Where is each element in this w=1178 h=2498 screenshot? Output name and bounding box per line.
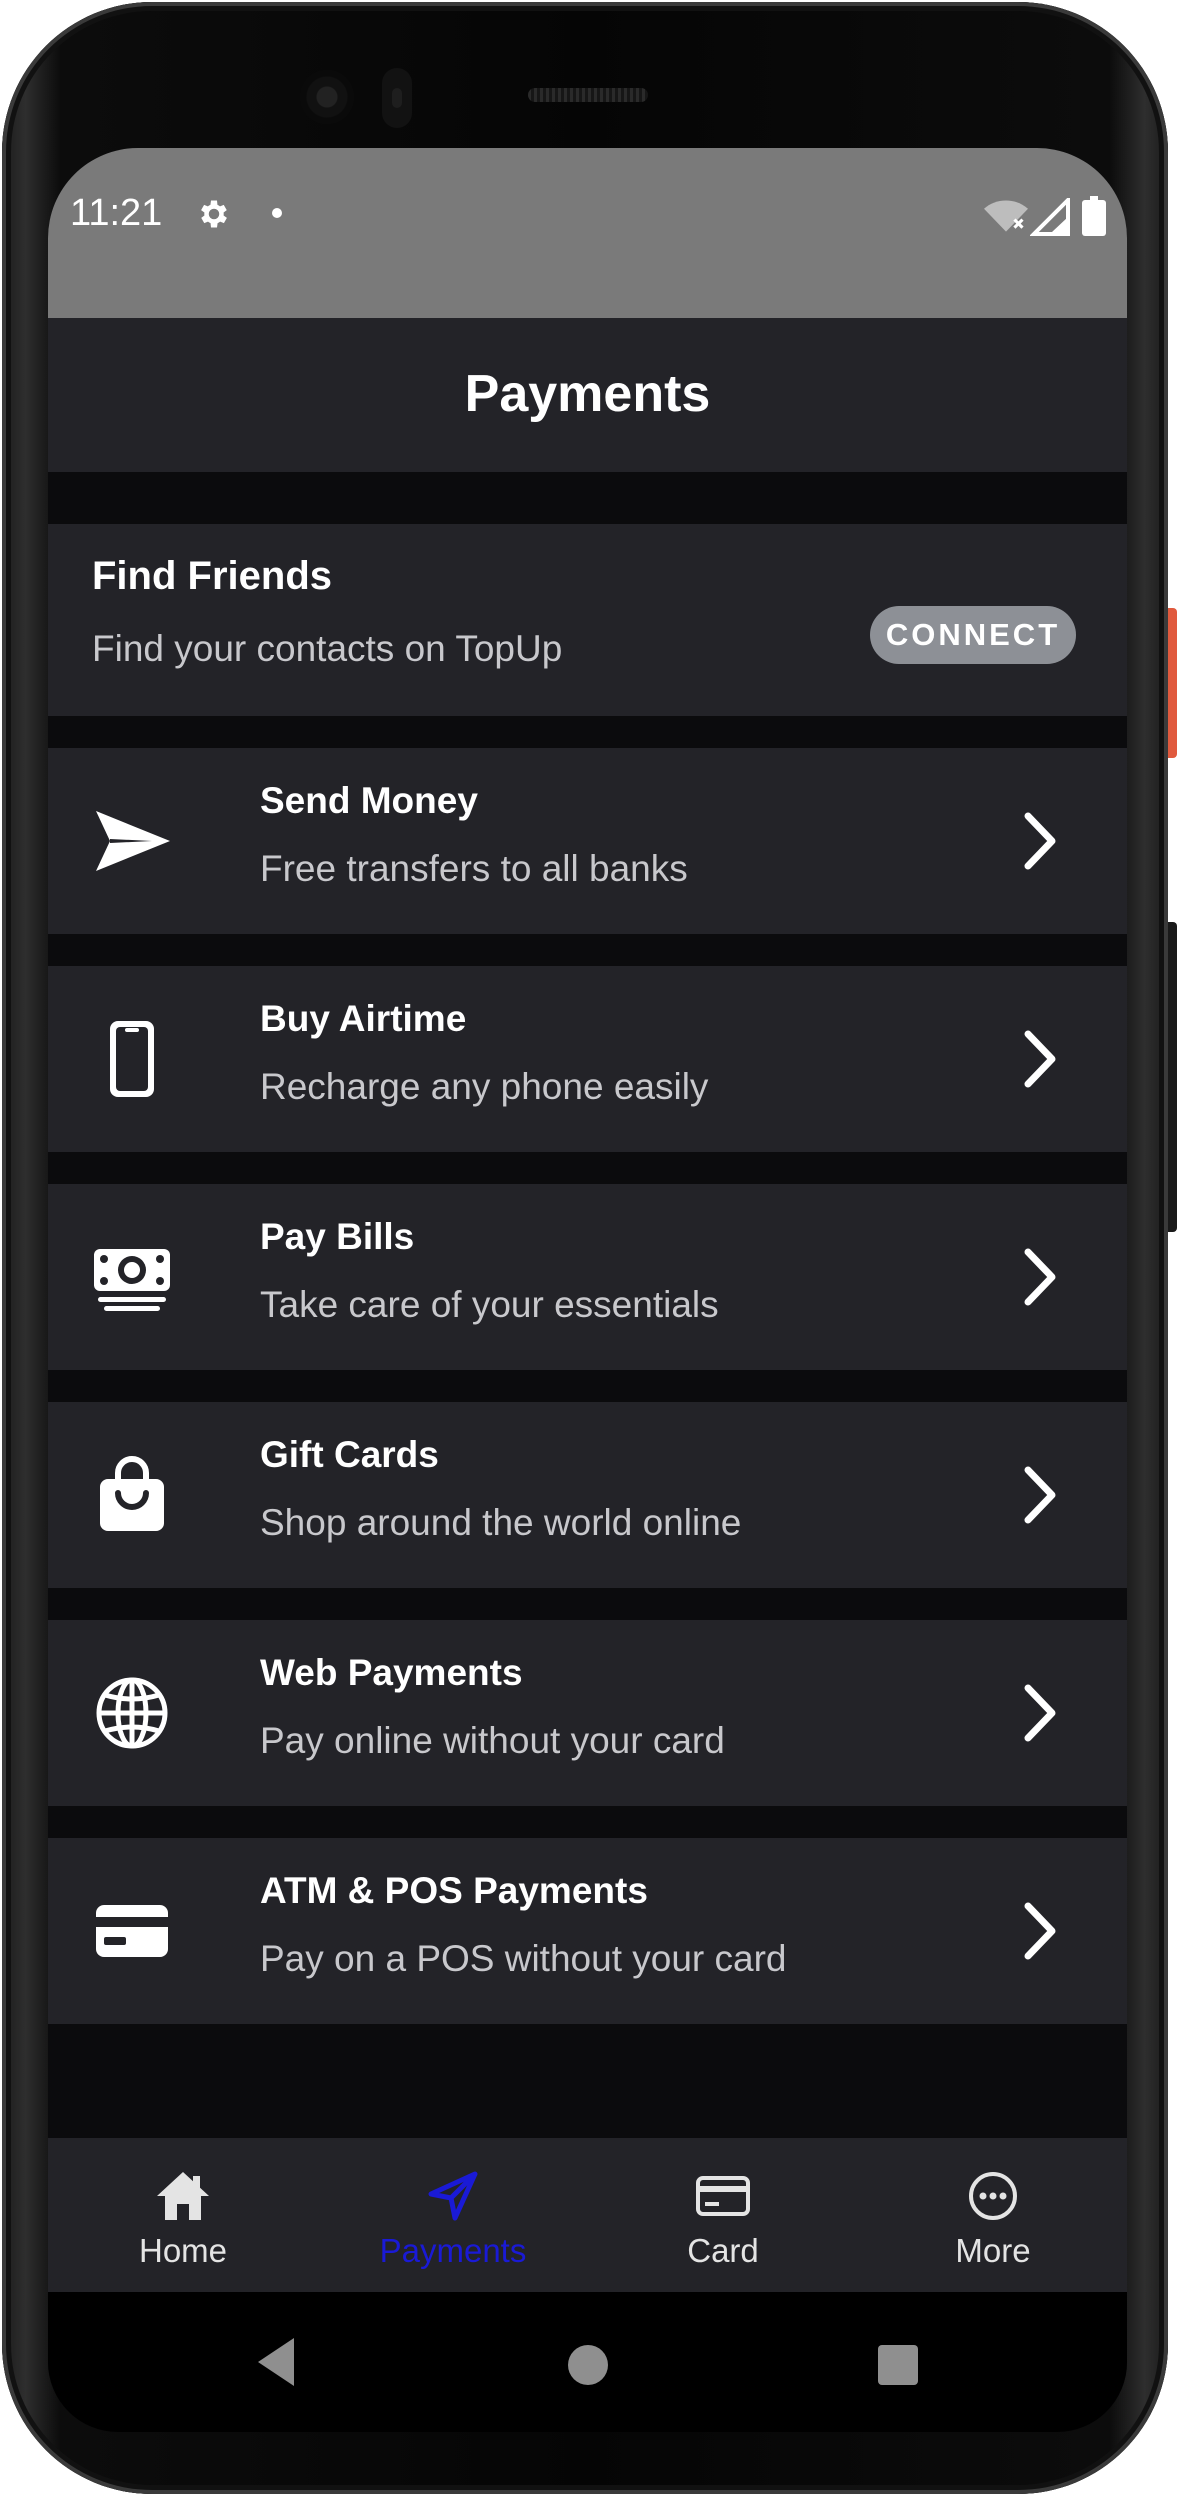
screen: 11:21 Payments Find Friends Find your co… bbox=[48, 148, 1127, 2432]
send-outline-icon bbox=[425, 2168, 481, 2229]
service-row-buy-airtime[interactable]: Buy Airtime Recharge any phone easily bbox=[48, 966, 1127, 1152]
chevron-right-icon bbox=[1018, 1680, 1062, 1751]
phone-frame: 11:21 Payments Find Friends Find your co… bbox=[2, 2, 1177, 2494]
service-title: Gift Cards bbox=[260, 1434, 439, 1475]
nav-label: Home bbox=[138, 2232, 228, 2269]
nav-item-card[interactable]: Card bbox=[588, 2138, 858, 2292]
find-friends-card: Find Friends Find your contacts on TopUp… bbox=[48, 524, 1127, 716]
find-friends-subtitle: Find your contacts on TopUp bbox=[92, 628, 563, 669]
home-circle-icon[interactable] bbox=[568, 2345, 608, 2385]
chevron-right-icon bbox=[1018, 1898, 1062, 1969]
connect-button[interactable]: CONNECT bbox=[870, 606, 1076, 664]
app-bar: Payments bbox=[48, 318, 1127, 472]
more-icon bbox=[965, 2168, 1021, 2229]
card-icon bbox=[695, 2168, 751, 2229]
service-row-gift-cards[interactable]: Gift Cards Shop around the world online bbox=[48, 1402, 1127, 1588]
nav-label: Payments bbox=[379, 2232, 527, 2269]
chevron-right-icon bbox=[1018, 1026, 1062, 1097]
nav-item-home[interactable]: Home bbox=[48, 2138, 318, 2292]
nav-label: Card bbox=[687, 2232, 759, 2269]
settings-gear-icon bbox=[196, 196, 232, 237]
service-subtitle: Shop around the world online bbox=[260, 1502, 742, 1543]
service-subtitle: Pay online without your card bbox=[260, 1720, 725, 1761]
wifi-off-icon bbox=[984, 198, 1028, 241]
phone-icon bbox=[92, 1019, 172, 1099]
service-subtitle: Pay on a POS without your card bbox=[260, 1938, 787, 1979]
cell-signal-icon bbox=[1029, 195, 1070, 241]
service-subtitle: Recharge any phone easily bbox=[260, 1066, 709, 1107]
service-row-web-payments[interactable]: Web Payments Pay online without your car… bbox=[48, 1620, 1127, 1806]
service-title: Web Payments bbox=[260, 1652, 523, 1693]
chevron-right-icon bbox=[1018, 1244, 1062, 1315]
back-icon[interactable] bbox=[254, 2334, 298, 2395]
status-bar: 11:21 bbox=[48, 148, 1127, 318]
shopping-bag-icon bbox=[92, 1455, 172, 1535]
send-icon bbox=[92, 801, 172, 881]
recent-apps-icon[interactable] bbox=[878, 2345, 918, 2385]
globe-icon bbox=[92, 1673, 172, 1753]
service-row-atm-pos-payments[interactable]: ATM & POS Payments Pay on a POS without … bbox=[48, 1838, 1127, 2024]
front-camera bbox=[300, 70, 354, 124]
nav-label: More bbox=[955, 2232, 1031, 2269]
service-title: ATM & POS Payments bbox=[260, 1870, 648, 1911]
service-title: Pay Bills bbox=[260, 1216, 415, 1257]
bills-money-icon bbox=[92, 1237, 172, 1317]
find-friends-title: Find Friends bbox=[92, 554, 332, 598]
service-row-pay-bills[interactable]: Pay Bills Take care of your essentials bbox=[48, 1184, 1127, 1370]
service-subtitle: Take care of your essentials bbox=[260, 1284, 719, 1325]
page-title: Payments bbox=[464, 365, 711, 423]
notification-dot-icon bbox=[272, 208, 282, 218]
service-title: Buy Airtime bbox=[260, 998, 467, 1039]
status-time: 11:21 bbox=[70, 192, 163, 234]
service-subtitle: Free transfers to all banks bbox=[260, 848, 688, 889]
nav-item-payments[interactable]: Payments bbox=[318, 2138, 588, 2292]
nav-item-more[interactable]: More bbox=[858, 2138, 1127, 2292]
system-navigation-bar bbox=[48, 2292, 1127, 2432]
power-button[interactable] bbox=[1168, 608, 1177, 758]
battery-icon bbox=[1082, 196, 1106, 241]
earpiece-speaker bbox=[528, 88, 648, 102]
proximity-sensor bbox=[382, 68, 412, 128]
credit-card-icon bbox=[92, 1891, 172, 1971]
chevron-right-icon bbox=[1018, 1462, 1062, 1533]
home-icon bbox=[155, 2168, 211, 2229]
volume-button[interactable] bbox=[1168, 922, 1177, 1232]
service-title: Send Money bbox=[260, 780, 478, 821]
bottom-navigation: Home Payments Card More bbox=[48, 2138, 1127, 2292]
service-row-send-money[interactable]: Send Money Free transfers to all banks bbox=[48, 748, 1127, 934]
chevron-right-icon bbox=[1018, 808, 1062, 879]
